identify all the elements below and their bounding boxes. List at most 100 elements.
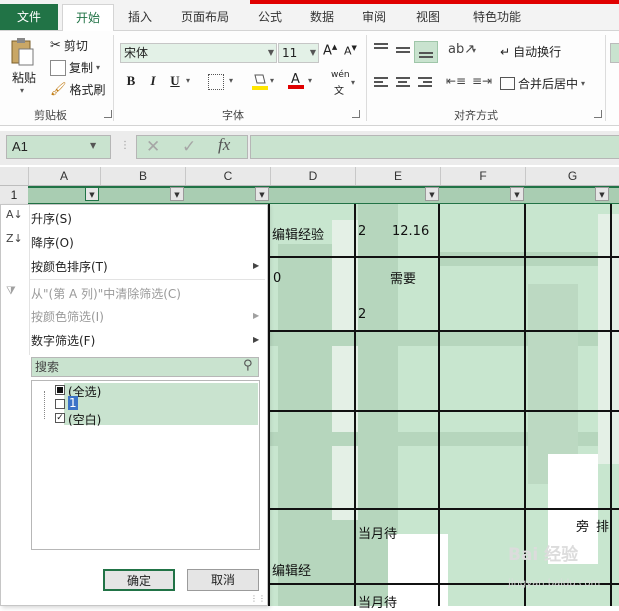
number-filter-item[interactable]: 数字筛选(F) (31, 332, 95, 349)
align-top-icon[interactable] (374, 43, 388, 57)
tab-view[interactable]: 视图 (406, 4, 450, 30)
column-header-e[interactable]: E (356, 167, 441, 185)
align-bottom-icon[interactable] (414, 41, 438, 63)
wrap-text-icon: ↵ (500, 44, 511, 59)
font-name-combo[interactable]: 宋体 ▼ (120, 43, 277, 63)
sort-ascending-item[interactable]: 升序(S) (31, 210, 72, 227)
filter-dropdown-g[interactable]: ▼ (595, 187, 609, 201)
copy-dropdown-icon[interactable]: ▾ (96, 63, 100, 72)
chevron-down-icon[interactable]: ▼ (310, 44, 316, 62)
filter-dropdown-f[interactable]: ▼ (510, 187, 524, 201)
tab-formulas[interactable]: 公式 (248, 4, 292, 30)
row-header-1[interactable]: 1 (0, 186, 29, 204)
font-group-label: 字体 (222, 109, 244, 122)
paste-button[interactable]: 粘贴 (12, 69, 36, 86)
paste-dropdown-icon[interactable]: ▾ (20, 86, 24, 95)
align-center-icon[interactable] (396, 77, 410, 91)
align-left-icon[interactable] (374, 77, 388, 91)
merge-center-button[interactable]: 合并后居中 ▾ (500, 75, 585, 92)
enter-formula-icon[interactable]: ✓ (182, 137, 196, 157)
bold-button[interactable]: B (122, 72, 140, 90)
filter-search-input[interactable]: 搜索 (31, 357, 259, 377)
filter-dropdown-c[interactable]: ▼ (255, 187, 269, 201)
column-header-a[interactable]: A (28, 167, 101, 185)
filter-by-color-item[interactable]: 按颜色筛选(I) (31, 308, 104, 325)
tab-home[interactable]: 开始 (62, 4, 114, 31)
font-color-dropdown-icon[interactable]: ▾ (308, 76, 312, 85)
clear-filter-item[interactable]: 从"(第 A 列)"中清除筛选(C) (31, 285, 181, 302)
decrease-indent-icon[interactable]: ⇤≡ (446, 74, 466, 88)
formula-input[interactable] (250, 135, 619, 159)
borders-icon[interactable] (208, 74, 224, 90)
phonetic-dropdown-icon[interactable]: ▾ (351, 78, 355, 87)
search-icon[interactable]: ⚲ (243, 358, 253, 373)
select-all-corner[interactable] (0, 167, 29, 185)
copy-icon (50, 59, 66, 76)
cut-button[interactable]: ✂ 剪切 (50, 37, 88, 54)
increase-indent-icon[interactable]: ≡⇥ (472, 74, 492, 88)
align-right-icon[interactable] (418, 77, 432, 91)
orientation-dropdown-icon[interactable]: ▾ (472, 46, 476, 55)
font-size-value: 11 (282, 46, 298, 60)
align-middle-icon[interactable] (396, 47, 410, 61)
filter-item-checkbox[interactable]: ✓ (55, 413, 65, 423)
select-all-checkbox[interactable] (55, 385, 65, 395)
name-box-dropdown-icon[interactable]: ▼ (90, 141, 96, 150)
filter-dropdown-e[interactable]: ▼ (425, 187, 439, 201)
filter-dropdown-a[interactable]: ▼ (85, 187, 99, 201)
wrap-text-button[interactable]: ↵ 自动换行 (500, 43, 561, 60)
underline-button[interactable]: U (166, 72, 184, 90)
cell-text: 需要 (390, 272, 417, 287)
header-row-1[interactable] (28, 186, 619, 204)
column-header-d[interactable]: D (271, 167, 356, 185)
column-header-f[interactable]: F (441, 167, 526, 185)
increase-font-icon[interactable]: A▲ (323, 43, 337, 58)
tab-special-features[interactable]: 特色功能 (462, 4, 532, 30)
clipboard-launcher-icon[interactable] (104, 110, 112, 118)
cell-text: 2 (358, 307, 367, 322)
fill-color-icon[interactable] (251, 72, 269, 92)
column-header-g[interactable]: G (526, 167, 619, 185)
font-launcher-icon[interactable] (352, 110, 360, 118)
sort-by-color-item[interactable]: 按颜色排序(T) (31, 258, 108, 275)
tab-review[interactable]: 审阅 (352, 4, 396, 30)
copy-button[interactable]: 复制 ▾ (50, 59, 100, 76)
font-size-combo[interactable]: 11 ▼ (278, 43, 319, 63)
cell-text: 2 (358, 224, 367, 239)
cancel-button[interactable]: 取消 (187, 569, 259, 591)
sort-descending-item[interactable]: 降序(O) (31, 234, 74, 251)
font-color-icon[interactable]: A (287, 71, 305, 91)
tab-data[interactable]: 数据 (300, 4, 344, 30)
chevron-down-icon[interactable]: ▼ (268, 44, 274, 62)
resize-grip-icon[interactable]: ⋮⋮ (250, 594, 266, 603)
submenu-arrow-icon: ▶ (253, 261, 260, 270)
format-painter-label: 格式刷 (69, 83, 106, 97)
tab-page-layout[interactable]: 页面布局 (170, 4, 240, 30)
insert-function-icon[interactable]: fx (218, 135, 230, 155)
tab-file[interactable]: 文件 (0, 4, 58, 30)
column-header-b[interactable]: B (101, 167, 186, 185)
underline-dropdown-icon[interactable]: ▾ (186, 76, 190, 85)
ok-button[interactable]: 确定 (103, 569, 175, 591)
column-header-c[interactable]: C (186, 167, 271, 185)
alignment-group-label: 对齐方式 (454, 109, 498, 122)
alignment-launcher-icon[interactable] (594, 110, 602, 118)
group-divider (366, 35, 367, 121)
cell-text: 0 (273, 271, 282, 286)
watermark-url: jingyan.baidu.com (508, 578, 601, 589)
phonetic-icon[interactable]: wén (331, 70, 350, 80)
merge-dropdown-icon[interactable]: ▾ (581, 79, 585, 88)
filter-dropdown-b[interactable]: ▼ (170, 187, 184, 201)
svg-text:A: A (291, 72, 300, 87)
more-options-icon: ⋮ (120, 140, 130, 151)
filter-item-checkbox[interactable] (55, 399, 65, 409)
format-painter-button[interactable]: 🖌 格式刷 (50, 81, 106, 98)
borders-dropdown-icon[interactable]: ▾ (229, 76, 233, 85)
paste-icon[interactable] (9, 37, 35, 67)
fill-color-dropdown-icon[interactable]: ▾ (270, 76, 274, 85)
italic-button[interactable]: I (144, 72, 162, 90)
number-format-combo[interactable] (610, 43, 619, 63)
decrease-font-icon[interactable]: A▼ (344, 44, 357, 58)
tab-insert[interactable]: 插入 (118, 4, 162, 30)
cancel-formula-icon[interactable]: ✕ (146, 137, 160, 157)
